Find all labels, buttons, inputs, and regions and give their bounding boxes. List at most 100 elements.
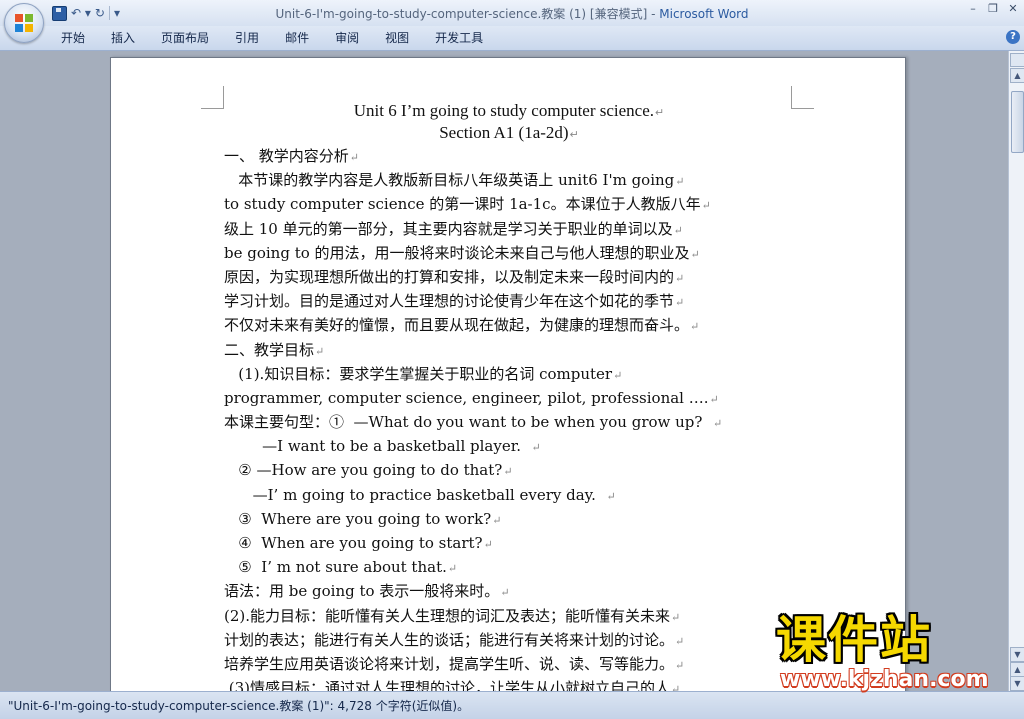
document-line: 本节课的教学内容是人教版新目标八年级英语上 unit6 I'm going↵ [224, 168, 794, 192]
paragraph-mark-icon: ↵ [690, 247, 700, 261]
document-line: Section A1 (1a-2d)↵ [224, 122, 794, 144]
status-text: "Unit-6-I'm-going-to-study-computer-scie… [8, 699, 470, 713]
document-line: programmer, computer science, engineer, … [224, 386, 794, 410]
paragraph-mark-icon: ↵ [315, 344, 325, 358]
document-line: 原因，为实现理想所做出的打算和安排，以及制定未来一段时间内的↵ [224, 265, 794, 289]
paragraph-mark-icon: ↵ [500, 586, 510, 600]
paragraph-mark-icon: ↵ [671, 683, 681, 691]
paragraph-mark-icon: ↵ [709, 392, 719, 406]
document-line: 语法：用 be going to 表示一般将来时。↵ [224, 579, 794, 603]
margin-corner-top-left [201, 86, 224, 109]
tab-developer[interactable]: 开发工具 [422, 26, 496, 50]
document-line: (1).知识目标：要求学生掌握关于职业的名词 computer↵ [224, 362, 794, 386]
document-line: (2).能力目标：能听懂有关人生理想的词汇及表达；能听懂有关未来↵ [224, 604, 794, 628]
restore-button[interactable]: ❐ [986, 2, 1000, 15]
paragraph-mark-icon: ↵ [606, 489, 616, 503]
document-line: ⑤ I’ m not sure about that.↵ [224, 555, 794, 579]
paragraph-mark-icon: ↵ [675, 634, 685, 648]
document-line: 不仅对未来有美好的憧憬，而且要从现在做起，为健康的理想而奋斗。↵ [224, 313, 794, 337]
document-line: ② —How are you going to do that?↵ [224, 458, 794, 482]
scroll-thumb[interactable] [1011, 91, 1024, 153]
scroll-down-button[interactable]: ▼ [1010, 647, 1024, 662]
paragraph-mark-icon: ↵ [569, 129, 579, 141]
window-title-document: Unit-6-I'm-going-to-study-computer-scien… [275, 7, 660, 21]
paragraph-mark-icon: ↵ [655, 107, 665, 119]
document-line: —I’ m going to practice basketball every… [224, 483, 794, 507]
document-line-text: ③ Where are you going to work? [224, 509, 492, 528]
office-logo-icon [15, 14, 33, 32]
paragraph-mark-icon: ↵ [675, 271, 685, 285]
document-line: (3)情感目标：通过对人生理想的讨论，让学生从小就树立自己的人↵ [224, 676, 794, 691]
document-line: be going to 的用法，用一般将来时谈论未来自己与他人理想的职业及↵ [224, 241, 794, 265]
window-title: Unit-6-I'm-going-to-study-computer-scien… [0, 5, 1024, 22]
paragraph-mark-icon: ↵ [690, 320, 700, 334]
paragraph-mark-icon: ↵ [503, 465, 513, 479]
document-line: 二、教学目标↵ [224, 338, 794, 362]
scroll-up-button[interactable]: ▲ [1010, 68, 1024, 83]
document-line-text: 本课主要句型：① —What do you want to be when yo… [224, 413, 712, 432]
document-line-text: (3)情感目标：通过对人生理想的讨论，让学生从小就树立自己的人 [224, 679, 671, 691]
document-line-text: 学习计划。目的是通过对人生理想的讨论使青少年在这个如花的季节 [224, 292, 675, 311]
document-line-text: ⑤ I’ m not sure about that. [224, 558, 447, 577]
document-line-text: to study computer science 的第一课时 1a-1c。本课… [224, 195, 701, 214]
tab-view[interactable]: 视图 [372, 26, 422, 50]
paragraph-mark-icon: ↵ [713, 417, 723, 431]
document-line: ③ Where are you going to work?↵ [224, 507, 794, 531]
status-bar: "Unit-6-I'm-going-to-study-computer-scie… [0, 691, 1024, 719]
title-bar: ↶ ▾ ↻ ▾ Unit-6-I'm-going-to-study-comput… [0, 0, 1024, 27]
document-line-text: 语法：用 be going to 表示一般将来时。 [224, 582, 500, 601]
document-workspace: Unit 6 I’m going to study computer scien… [0, 51, 1008, 691]
window-title-app: Microsoft Word [659, 7, 749, 21]
paragraph-mark-icon: ↵ [531, 441, 541, 455]
document-line: 学习计划。目的是通过对人生理想的讨论使青少年在这个如花的季节↵ [224, 289, 794, 313]
document-line: 计划的表达；能进行有关人生的谈话；能进行有关将来计划的讨论。↵ [224, 628, 794, 652]
margin-corner-top-right [791, 86, 814, 109]
previous-page-button[interactable]: ▲ [1010, 662, 1024, 677]
paragraph-mark-icon: ↵ [701, 199, 711, 213]
paragraph-mark-icon: ↵ [349, 151, 359, 164]
next-page-button[interactable]: ▼ [1010, 676, 1024, 691]
document-line-text: 级上 10 单元的第一部分，其主要内容就是学习关于职业的单词以及 [224, 219, 673, 238]
paragraph-mark-icon: ↵ [675, 658, 685, 672]
document-line-text: 培养学生应用英语谈论将来计划，提高学生听、说、读、写等能力。 [224, 654, 675, 673]
document-line-text: programmer, computer science, engineer, … [224, 388, 709, 407]
document-line-text: Section A1 (1a-2d) [439, 123, 569, 142]
document-line-text: (2).能力目标：能听懂有关人生理想的词汇及表达；能听懂有关未来 [224, 606, 671, 625]
document-line: 本课主要句型：① —What do you want to be when yo… [224, 410, 794, 434]
tab-insert[interactable]: 插入 [98, 26, 148, 50]
help-icon[interactable]: ? [1006, 30, 1020, 44]
tab-mailings[interactable]: 邮件 [272, 26, 322, 50]
document-line-text: (1).知识目标：要求学生掌握关于职业的名词 computer [224, 364, 613, 383]
document-line: —I want to be a basketball player. ↵ [224, 434, 794, 458]
paragraph-mark-icon: ↵ [673, 223, 683, 237]
vertical-scrollbar[interactable]: ▲ ▼ ▲ ▼ [1008, 51, 1024, 691]
paragraph-mark-icon: ↵ [613, 368, 623, 382]
paragraph-mark-icon: ↵ [447, 562, 458, 576]
paragraph-mark-icon: ↵ [483, 538, 493, 551]
document-body[interactable]: Unit 6 I’m going to study computer scien… [224, 100, 794, 691]
document-line: 一、 教学内容分析↵ [224, 144, 794, 168]
document-line-text: 一、 教学内容分析 [224, 147, 349, 165]
tab-review[interactable]: 审阅 [322, 26, 372, 50]
document-line-text: —I want to be a basketball player. [224, 437, 531, 456]
close-button[interactable]: ✕ [1006, 2, 1020, 15]
document-page[interactable]: Unit 6 I’m going to study computer scien… [110, 57, 906, 691]
document-line-text: ④ When are you going to start? [224, 534, 483, 552]
tab-home[interactable]: 开始 [48, 26, 98, 50]
office-button[interactable] [4, 3, 44, 43]
tab-references[interactable]: 引用 [222, 26, 272, 50]
document-line-text: —I’ m going to practice basketball every… [224, 485, 606, 504]
document-line: 级上 10 单元的第一部分，其主要内容就是学习关于职业的单词以及↵ [224, 217, 794, 241]
view-ruler-icon[interactable] [1010, 53, 1024, 67]
ribbon: 开始 插入 页面布局 引用 邮件 审阅 视图 开发工具 ? [0, 26, 1024, 51]
document-line: ④ When are you going to start?↵ [224, 531, 794, 555]
paragraph-mark-icon: ↵ [675, 296, 685, 310]
document-line-text: 本节课的教学内容是人教版新目标八年级英语上 unit6 I'm going [224, 171, 675, 190]
tab-page-layout[interactable]: 页面布局 [148, 26, 222, 50]
document-line: to study computer science 的第一课时 1a-1c。本课… [224, 192, 794, 216]
document-line-text: 原因，为实现理想所做出的打算和安排，以及制定未来一段时间内的 [224, 267, 675, 286]
paragraph-mark-icon: ↵ [675, 175, 685, 189]
minimize-button[interactable]: – [966, 2, 980, 15]
document-line-text: 二、教学目标 [224, 340, 315, 359]
document-line-text: be going to 的用法，用一般将来时谈论未来自己与他人理想的职业及 [224, 243, 690, 262]
